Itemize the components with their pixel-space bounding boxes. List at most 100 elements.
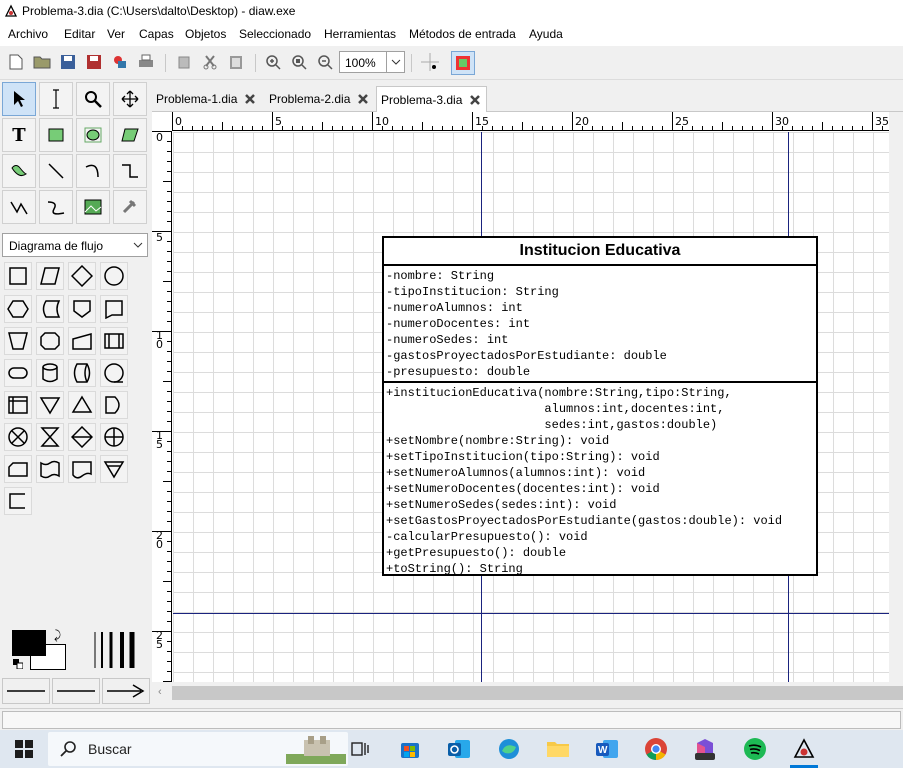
decision-shape-icon[interactable] (68, 262, 96, 290)
stored-data-shape-icon[interactable] (36, 295, 64, 323)
connector-shape-icon[interactable] (100, 262, 128, 290)
chevron-down-icon[interactable] (129, 234, 147, 256)
diagram-canvas[interactable]: Institucion Educativa -nombre: String -t… (173, 132, 903, 682)
line-width-selector[interactable] (92, 630, 136, 670)
zoom-in-icon[interactable] (263, 52, 283, 72)
default-colors-icon[interactable] (13, 658, 24, 670)
uml-class-name[interactable]: Institucion Educativa (384, 238, 816, 266)
start-arrow-selector[interactable] (2, 678, 50, 704)
offpage-connector-shape-icon[interactable] (68, 295, 96, 323)
microsoft-store-icon[interactable] (396, 735, 424, 763)
tab-problema-3[interactable]: Problema-3.dia (376, 86, 488, 112)
card-shape-icon[interactable] (4, 455, 32, 483)
polyline-tool-icon[interactable] (2, 190, 36, 224)
tab-problema-1[interactable]: Problema-1.dia (152, 86, 261, 112)
document-shape-icon[interactable] (68, 455, 96, 483)
windows-start-icon[interactable] (10, 735, 38, 763)
text-edit-tool-icon[interactable] (39, 82, 73, 116)
spotify-icon[interactable] (741, 735, 769, 763)
menu-editar[interactable]: Editar (64, 27, 95, 41)
delay-shape-icon[interactable] (100, 391, 128, 419)
manual-operation-shape-icon[interactable] (4, 327, 32, 355)
print-icon[interactable] (136, 52, 156, 72)
collate-shape-icon[interactable] (36, 423, 64, 451)
summing-junction-shape-icon[interactable] (4, 423, 32, 451)
tab-label[interactable]: Problema-3.dia (381, 93, 462, 107)
tab-label[interactable]: Problema-1.dia (156, 92, 237, 106)
extract-shape-icon[interactable] (68, 391, 96, 419)
save-icon[interactable] (58, 52, 78, 72)
menu-ver[interactable]: Ver (107, 27, 125, 41)
close-icon[interactable] (468, 93, 482, 107)
loop-limit-shape-icon[interactable] (36, 327, 64, 355)
scroll-left-icon[interactable]: ‹ (158, 686, 162, 698)
process-shape-icon[interactable] (4, 262, 32, 290)
text-tool-icon[interactable]: T (2, 118, 36, 152)
paste-icon[interactable] (226, 52, 246, 72)
manual-input-shape-icon[interactable] (68, 327, 96, 355)
save-as-icon[interactable] (84, 52, 104, 72)
menu-metodos-de-entrada[interactable]: Métodos de entrada (409, 27, 516, 41)
beziergon-tool-icon[interactable] (2, 154, 36, 188)
copy-icon[interactable] (174, 52, 194, 72)
task-view-icon[interactable] (346, 735, 374, 763)
ellipse-tool-icon[interactable] (76, 118, 110, 152)
tab-label[interactable]: Problema-2.dia (269, 92, 350, 106)
zoom-combobox[interactable]: 100% (339, 51, 405, 73)
swap-colors-icon[interactable]: ⤸ (54, 628, 61, 643)
menu-capas[interactable]: Capas (139, 27, 174, 41)
m365-icon[interactable] (691, 735, 719, 763)
snap-object-icon[interactable] (451, 51, 475, 75)
bezier-line-tool-icon[interactable] (39, 190, 73, 224)
pointer-tool-icon[interactable] (2, 82, 36, 116)
menu-seleccionado[interactable]: Seleccionado (239, 27, 311, 41)
outlook-icon[interactable] (445, 735, 473, 763)
sheet-selector[interactable]: Diagrama de flujo (2, 233, 148, 257)
menu-archivo[interactable]: Archivo (8, 27, 48, 41)
magnify-tool-icon[interactable] (76, 82, 110, 116)
close-icon[interactable] (356, 92, 370, 106)
database-shape-icon[interactable] (36, 359, 64, 387)
image-tool-icon[interactable] (76, 190, 110, 224)
cut-icon[interactable] (200, 52, 220, 72)
zigzag-line-tool-icon[interactable] (113, 154, 147, 188)
chrome-icon[interactable] (642, 735, 670, 763)
arc-tool-icon[interactable] (76, 154, 110, 188)
annotation-shape-icon[interactable] (4, 487, 32, 515)
polygon-tool-icon[interactable] (113, 118, 147, 152)
sort-shape-icon[interactable] (68, 423, 96, 451)
close-icon[interactable] (243, 92, 257, 106)
display-shape-icon[interactable] (100, 295, 128, 323)
sequential-data-shape-icon[interactable] (100, 359, 128, 387)
horizontal-scrollbar[interactable]: ‹ (152, 682, 903, 708)
box-tool-icon[interactable] (39, 118, 73, 152)
end-arrow-selector[interactable] (102, 678, 150, 704)
uml-attributes[interactable]: -nombre: String -tipoInstitucion: String… (384, 266, 816, 383)
open-folder-icon[interactable] (32, 52, 52, 72)
dia-icon[interactable] (790, 735, 818, 763)
input-output-shape-icon[interactable] (36, 262, 64, 290)
horizontal-scroll-thumb[interactable] (172, 686, 903, 700)
punched-tape-shape-icon[interactable] (36, 455, 64, 483)
scroll-tool-icon[interactable] (113, 82, 147, 116)
word-icon[interactable]: W (593, 735, 621, 763)
zoom-out-icon[interactable] (315, 52, 335, 72)
or-shape-icon[interactable] (100, 423, 128, 451)
zoom-value[interactable]: 100% (345, 56, 376, 70)
outline-tool-icon[interactable] (113, 190, 147, 224)
preparation-shape-icon[interactable] (4, 295, 32, 323)
uml-class[interactable]: Institucion Educativa -nombre: String -t… (382, 236, 818, 576)
menu-ayuda[interactable]: Ayuda (529, 27, 563, 41)
edge-icon[interactable] (495, 735, 523, 763)
taskbar-search[interactable]: Buscar (48, 732, 348, 766)
chevron-down-icon[interactable] (386, 52, 404, 72)
direct-data-shape-icon[interactable] (68, 359, 96, 387)
snap-grid-icon[interactable] (420, 52, 440, 72)
internal-storage-shape-icon[interactable] (4, 391, 32, 419)
tab-problema-2[interactable]: Problema-2.dia (265, 86, 374, 112)
foreground-color-swatch[interactable] (12, 630, 46, 656)
predefined-process-shape-icon[interactable] (100, 327, 128, 355)
export-icon[interactable] (110, 52, 130, 72)
vertical-scrollbar[interactable] (889, 112, 903, 682)
new-file-icon[interactable] (6, 52, 26, 72)
